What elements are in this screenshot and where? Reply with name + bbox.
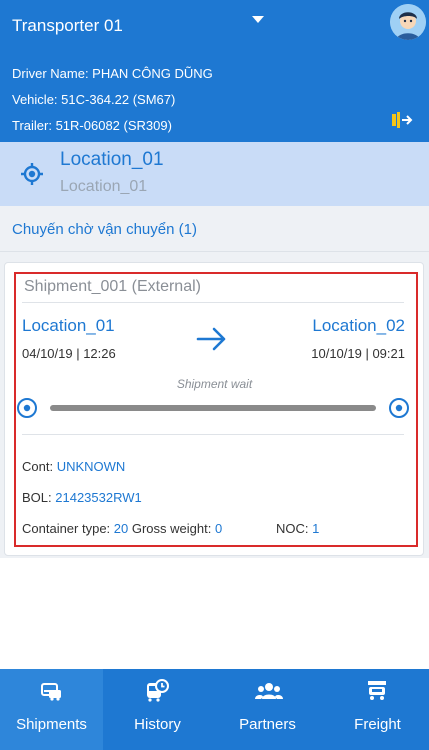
gross-weight-value: 0 xyxy=(214,521,223,536)
section-header: Chuyến chờ vận chuyển (1) xyxy=(0,206,429,252)
vehicle-info: Vehicle: 51C-364.22 (SM67) xyxy=(12,92,176,107)
progress-track xyxy=(50,405,376,411)
nav-tab-freight[interactable]: Freight xyxy=(326,669,429,750)
avatar[interactable] xyxy=(390,4,426,40)
origin-point-icon xyxy=(16,397,38,424)
current-location-bar[interactable]: Location_01 Location_01 xyxy=(0,142,429,206)
container-type-value: 20 xyxy=(113,521,129,536)
bol-value: 21423532RW1 xyxy=(55,490,142,505)
container-type-label: Container type: xyxy=(22,521,114,536)
divider xyxy=(22,302,404,303)
origin-location: Location_01 xyxy=(22,316,115,335)
location-subtitle: Location_01 xyxy=(60,178,148,195)
dropdown-caret-icon[interactable] xyxy=(252,16,264,23)
bol-label: BOL: xyxy=(22,490,56,505)
destination-point-icon xyxy=(388,397,410,424)
bottom-navigation: Shipments History Partners Freight xyxy=(0,669,429,750)
shipment-title: Shipment_001 (External) xyxy=(24,278,201,295)
location-title: Location_01 xyxy=(60,149,164,170)
gross-weight-label: Gross weight: xyxy=(128,521,215,536)
bus-history-icon xyxy=(145,679,169,703)
bol-field: BOL: 21423532RW1 xyxy=(22,490,142,505)
section-title: Chuyến chờ vận chuyển (1) xyxy=(12,221,197,238)
app-header: Transporter 01 Driver Name: PHAN CÔNG DŨ… xyxy=(0,0,429,142)
origin-time: 04/10/19 | 12:26 xyxy=(22,346,116,361)
nav-tab-shipments[interactable]: Shipments xyxy=(0,669,103,750)
shipment-status: Shipment wait xyxy=(176,377,253,391)
container-type-field: Container type: 20 Gross weight: 0 xyxy=(22,521,222,536)
truck-icon xyxy=(365,679,389,703)
destination-location: Location_02 xyxy=(312,316,405,335)
noc-value: 1 xyxy=(312,521,320,536)
driver-name: Driver Name: PHAN CÔNG DŨNG xyxy=(12,66,213,81)
noc-field: NOC: 1 xyxy=(276,521,319,536)
nav-tab-partners[interactable]: Partners xyxy=(216,669,319,750)
trailer-info: Trailer: 51R-06082 (SR309) xyxy=(12,118,172,133)
destination-time: 10/10/19 | 09:21 xyxy=(311,346,405,361)
nav-label: Freight xyxy=(354,716,401,733)
cont-field: Cont: UNKNOWN xyxy=(22,459,125,474)
unhitch-trailer-icon[interactable] xyxy=(392,112,414,133)
gps-target-icon xyxy=(20,162,44,191)
people-icon xyxy=(255,679,283,703)
transporter-selector[interactable]: Transporter 01 xyxy=(12,16,123,36)
nav-label: Partners xyxy=(239,716,296,733)
nav-label: History xyxy=(134,716,181,733)
nav-tab-history[interactable]: History xyxy=(106,669,209,750)
car-icon xyxy=(39,679,63,703)
cont-label: Cont: xyxy=(22,459,57,474)
nav-label: Shipments xyxy=(16,716,87,733)
divider xyxy=(22,434,404,435)
noc-label: NOC: xyxy=(276,521,313,536)
cont-value: UNKNOWN xyxy=(56,459,126,474)
arrow-right-icon xyxy=(196,325,228,358)
